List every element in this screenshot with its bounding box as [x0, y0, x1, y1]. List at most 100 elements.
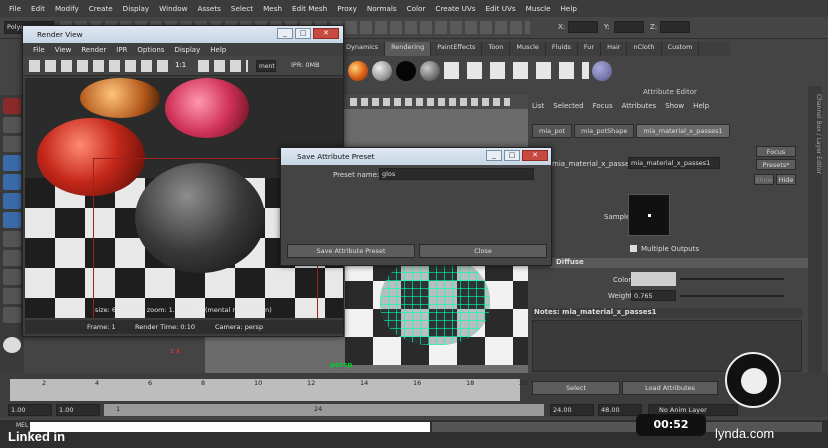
menu-item-color[interactable]: Color	[402, 4, 431, 13]
menu-item-help[interactable]: Help	[556, 4, 582, 13]
y-field[interactable]	[614, 21, 644, 33]
menu-item-edit[interactable]: Edit	[26, 4, 50, 13]
attr-menu-attributes[interactable]: Attributes	[622, 102, 657, 110]
attr-tab-mia-material-x-passes1[interactable]: mia_material_x_passes1	[636, 124, 730, 138]
panel-toolbar-icons[interactable]	[350, 98, 510, 106]
layout-icon[interactable]	[3, 307, 21, 323]
render-toolbar-icons[interactable]	[29, 60, 169, 72]
shelf-tab-rendering[interactable]: Rendering	[385, 42, 432, 56]
diffuse-section[interactable]: Diffuse	[550, 258, 812, 268]
attr-menu-help[interactable]: Help	[693, 102, 709, 110]
render-icon[interactable]	[3, 337, 21, 353]
show-button[interactable]: Show	[754, 174, 774, 185]
multiple-outputs-checkbox[interactable]	[630, 245, 637, 252]
close-icon[interactable]: ✕	[313, 28, 339, 39]
render-view-menu-ipr[interactable]: IPR	[116, 46, 127, 54]
shelf-tab-toon[interactable]: Toon	[482, 42, 511, 56]
layout-icon[interactable]	[3, 269, 21, 285]
close-icon[interactable]: ✕	[522, 150, 548, 161]
weight-slider[interactable]	[680, 295, 784, 297]
weight-field[interactable]: 0.765	[631, 290, 676, 301]
focus-button[interactable]: Focus	[756, 146, 796, 157]
render-view-menu-render[interactable]: Render	[81, 46, 106, 54]
select-tool-icon[interactable]	[3, 98, 21, 114]
node-name-field[interactable]: mia_material_x_passes1	[628, 157, 720, 169]
maximize-icon[interactable]: □	[295, 28, 311, 39]
teapot-wireframe[interactable]	[380, 255, 490, 345]
menu-item-modify[interactable]: Modify	[50, 4, 84, 13]
render-tools-icons[interactable]	[444, 62, 589, 79]
save-attribute-preset-button[interactable]: Save Attribute Preset	[287, 244, 415, 258]
attr-menu-list[interactable]: List	[532, 102, 544, 110]
attr-menu-focus[interactable]: Focus	[593, 102, 613, 110]
attr-menu-selected[interactable]: Selected	[553, 102, 583, 110]
range-start-field[interactable]: 1.00	[8, 404, 52, 416]
menu-item-display[interactable]: Display	[118, 4, 155, 13]
attr-tab-mia-potshape[interactable]: mia_potShape	[574, 124, 635, 138]
playback-end-field[interactable]: 24.00	[550, 404, 594, 416]
preset-name-input[interactable]: glos	[379, 168, 534, 180]
shader-ball-icon[interactable]	[348, 61, 368, 81]
rotate-tool-icon[interactable]	[3, 174, 21, 190]
shader-ball-icon[interactable]	[372, 61, 392, 81]
close-button[interactable]: Close	[419, 244, 547, 258]
command-input[interactable]	[30, 422, 430, 432]
range-bar[interactable]: 1 24	[104, 404, 544, 416]
render-view-menu-file[interactable]: File	[33, 46, 45, 54]
scale-tool-icon[interactable]	[3, 193, 21, 209]
shelf-tab-fluids[interactable]: Fluids	[546, 42, 578, 56]
lasso-tool-icon[interactable]	[3, 117, 21, 133]
presets-button[interactable]: Presets*	[756, 159, 796, 170]
layout-icon[interactable]	[3, 231, 21, 247]
shader-ball-icon[interactable]	[420, 61, 440, 81]
globe-icon[interactable]	[592, 61, 612, 81]
color-slider[interactable]	[680, 278, 784, 280]
layout-icon[interactable]	[3, 212, 21, 228]
menu-item-edit-mesh[interactable]: Edit Mesh	[287, 4, 332, 13]
menu-item-assets[interactable]: Assets	[193, 4, 226, 13]
playback-start-field[interactable]: 1.00	[56, 404, 100, 416]
menu-item-create[interactable]: Create	[84, 4, 118, 13]
color-swatch[interactable]	[631, 272, 676, 286]
attr-tab-mia-pot[interactable]: mia_pot	[532, 124, 573, 138]
hide-button[interactable]: Hide	[776, 174, 796, 185]
minimize-icon[interactable]: _	[277, 28, 293, 39]
menu-item-create-uvs[interactable]: Create UVs	[430, 4, 480, 13]
menu-item-edit-uvs[interactable]: Edit UVs	[481, 4, 521, 13]
shelf-tab-muscle[interactable]: Muscle	[510, 42, 546, 56]
menu-item-select[interactable]: Select	[226, 4, 258, 13]
shelf-tab-hair[interactable]: Hair	[601, 42, 628, 56]
attr-menu-show[interactable]: Show	[665, 102, 684, 110]
shader-ball-icon[interactable]	[396, 61, 416, 81]
select-button[interactable]: Select	[532, 381, 620, 395]
paint-tool-icon[interactable]	[3, 136, 21, 152]
shelf-tab-painteffects[interactable]: PaintEffects	[431, 42, 483, 56]
maximize-icon[interactable]: □	[504, 150, 520, 161]
load-attributes-button[interactable]: Load Attributes	[622, 381, 718, 395]
menu-item-normals[interactable]: Normals	[362, 4, 402, 13]
menu-item-window[interactable]: Window	[154, 4, 192, 13]
layout-icon[interactable]	[3, 250, 21, 266]
ratio-button[interactable]: 1:1	[175, 61, 186, 69]
side-tab-channel-box[interactable]: Channel Box / Layer Editor	[808, 86, 822, 376]
minimize-icon[interactable]: _	[486, 150, 502, 161]
render-view-menu-view[interactable]: View	[55, 46, 72, 54]
timeline-ruler[interactable]	[10, 379, 520, 401]
menu-item-mesh[interactable]: Mesh	[258, 4, 287, 13]
shelf-tab-fur[interactable]: Fur	[578, 42, 602, 56]
shelf-tab-custom[interactable]: Custom	[662, 42, 700, 56]
range-end-field[interactable]: 48.00	[598, 404, 642, 416]
time-slider[interactable]: 2 4 6 8 10 12 14 16 18 20 Select Load Attributes	[0, 373, 828, 403]
menu-item-muscle[interactable]: Muscle	[521, 4, 556, 13]
render-view-menu-options[interactable]: Options	[137, 46, 164, 54]
shelf-tab-dynamics[interactable]: Dynamics	[340, 42, 386, 56]
move-tool-icon[interactable]	[3, 155, 21, 171]
render-view-menu-display[interactable]: Display	[174, 46, 200, 54]
shelf-tab-ncloth[interactable]: nCloth	[627, 42, 662, 56]
x-field[interactable]	[568, 21, 598, 33]
menu-item-file[interactable]: File	[4, 4, 26, 13]
z-field[interactable]	[660, 21, 690, 33]
menu-item-proxy[interactable]: Proxy	[332, 4, 362, 13]
render-view-menu-help[interactable]: Help	[210, 46, 226, 54]
snapshot-icons[interactable]	[198, 60, 248, 72]
